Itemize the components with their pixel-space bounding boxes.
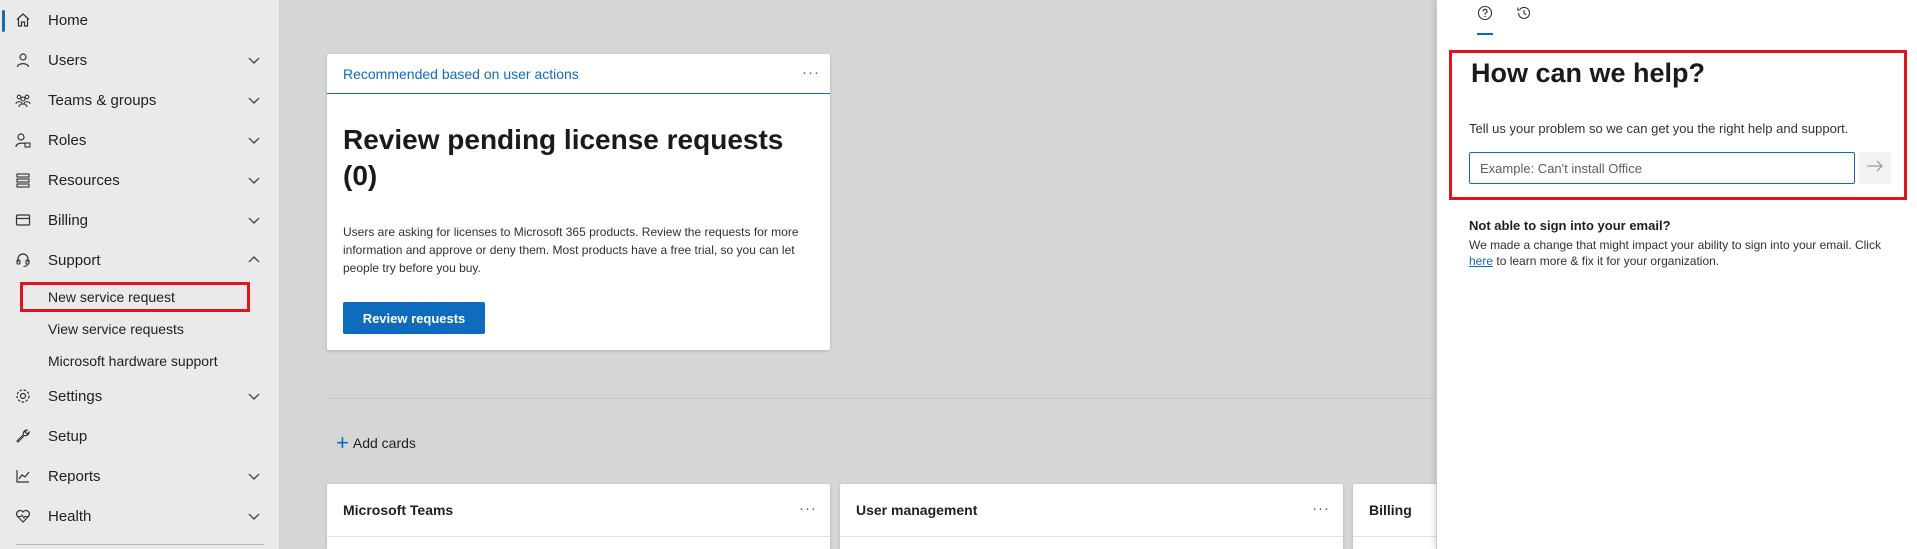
card-title: Review pending license requests (0) [343,124,784,191]
card-description: Users are asking for licenses to Microso… [343,225,799,275]
add-cards-label: Add cards [352,435,416,451]
teams-icon [14,91,32,109]
help-subtitle: Tell us your problem so we can get you t… [1469,121,1849,136]
nav-label-reports: Reports [48,467,101,485]
nav-item-billing[interactable]: Billing [0,200,280,240]
nav-label-support: Support [48,251,101,269]
notice-title: Not able to sign into your email? [1469,218,1671,233]
nav-item-settings[interactable]: Settings [0,376,280,416]
nav-item-teams-groups[interactable]: Teams & groups [0,80,280,120]
more-options-icon[interactable]: ··· [802,64,820,81]
heart-icon [14,507,32,525]
card-divider [327,536,830,537]
sidebar: Home Users Teams & groups Roles Resource… [0,0,280,549]
help-panel: How can we help? Tell us your problem so… [1436,0,1917,549]
user-icon [14,51,32,69]
nav-label-billing: Billing [48,211,89,229]
nav-label-users: Users [48,51,88,69]
roles-icon [14,131,32,149]
recommended-card: Recommended based on user actions ··· Re… [327,54,830,350]
sub-item-view-service-requests[interactable]: View service requests [48,321,184,337]
card-title: Billing [1369,502,1412,518]
chevron-down-icon [248,217,260,224]
chevron-up-icon [248,256,260,263]
card-user-management: User management ··· [840,484,1343,549]
review-requests-button[interactable]: Review requests [343,302,485,334]
chevron-down-icon [248,513,260,520]
chevron-down-icon [248,97,260,104]
notice-link[interactable]: here [1469,254,1493,268]
card-header-label: Recommended based on user actions [343,66,579,82]
nav-item-roles[interactable]: Roles [0,120,280,160]
add-cards-button[interactable]: + Add cards [336,430,416,455]
card-title: Microsoft Teams [343,502,454,518]
arrow-right-icon [1866,159,1884,178]
more-options-icon[interactable]: ··· [799,500,817,517]
nav-item-support[interactable]: Support [0,240,280,280]
card-header: Recommended based on user actions ··· [327,54,830,94]
headset-icon [14,251,32,269]
card-divider [840,536,1343,537]
help-tab[interactable] [1474,4,1496,26]
sub-item-hardware-support[interactable]: Microsoft hardware support [48,353,218,369]
wrench-icon [14,427,32,445]
plus-icon: + [336,430,349,455]
nav-label-health: Health [48,507,92,525]
nav-item-health[interactable]: Health [0,496,280,536]
highlight-box [20,282,250,312]
chevron-down-icon [248,57,260,64]
nav-item-reports[interactable]: Reports [0,456,280,496]
nav-label-home: Home [48,11,89,29]
active-indicator [2,10,5,32]
notice-text-end: to learn more & fix it for your organiza… [1493,254,1720,268]
notice-body: We made a change that might impact your … [1469,237,1899,269]
active-tab-indicator [1477,33,1493,35]
chart-icon [14,467,32,485]
section-divider [327,398,1437,399]
history-icon [1516,5,1532,26]
history-tab[interactable] [1513,4,1535,26]
nav-label-roles: Roles [48,131,87,149]
notice-text: We made a change that might impact your … [1469,238,1881,252]
more-options-icon[interactable]: ··· [1312,500,1330,517]
chevron-down-icon [248,177,260,184]
question-circle-icon [1477,5,1493,26]
resources-icon [14,171,32,189]
nav-label-settings: Settings [48,387,103,405]
nav-item-users[interactable]: Users [0,40,280,80]
gear-icon [14,387,32,405]
nav-label-teams-groups: Teams & groups [48,91,157,109]
billing-icon [14,211,32,229]
help-search-input[interactable] [1469,152,1855,184]
chevron-down-icon [248,137,260,144]
help-title: How can we help? [1471,58,1706,88]
nav-item-home[interactable]: Home [0,0,280,40]
submit-button[interactable] [1859,152,1891,184]
home-icon [14,11,32,29]
nav-label-resources: Resources [48,171,120,189]
nav-item-setup[interactable]: Setup [0,416,280,456]
nav-label-setup: Setup [48,427,88,445]
card-title: User management [856,502,978,518]
nav-item-resources[interactable]: Resources [0,160,280,200]
card-microsoft-teams: Microsoft Teams ··· [327,484,830,549]
sidebar-divider [16,544,264,545]
chevron-down-icon [248,393,260,400]
chevron-down-icon [248,473,260,480]
